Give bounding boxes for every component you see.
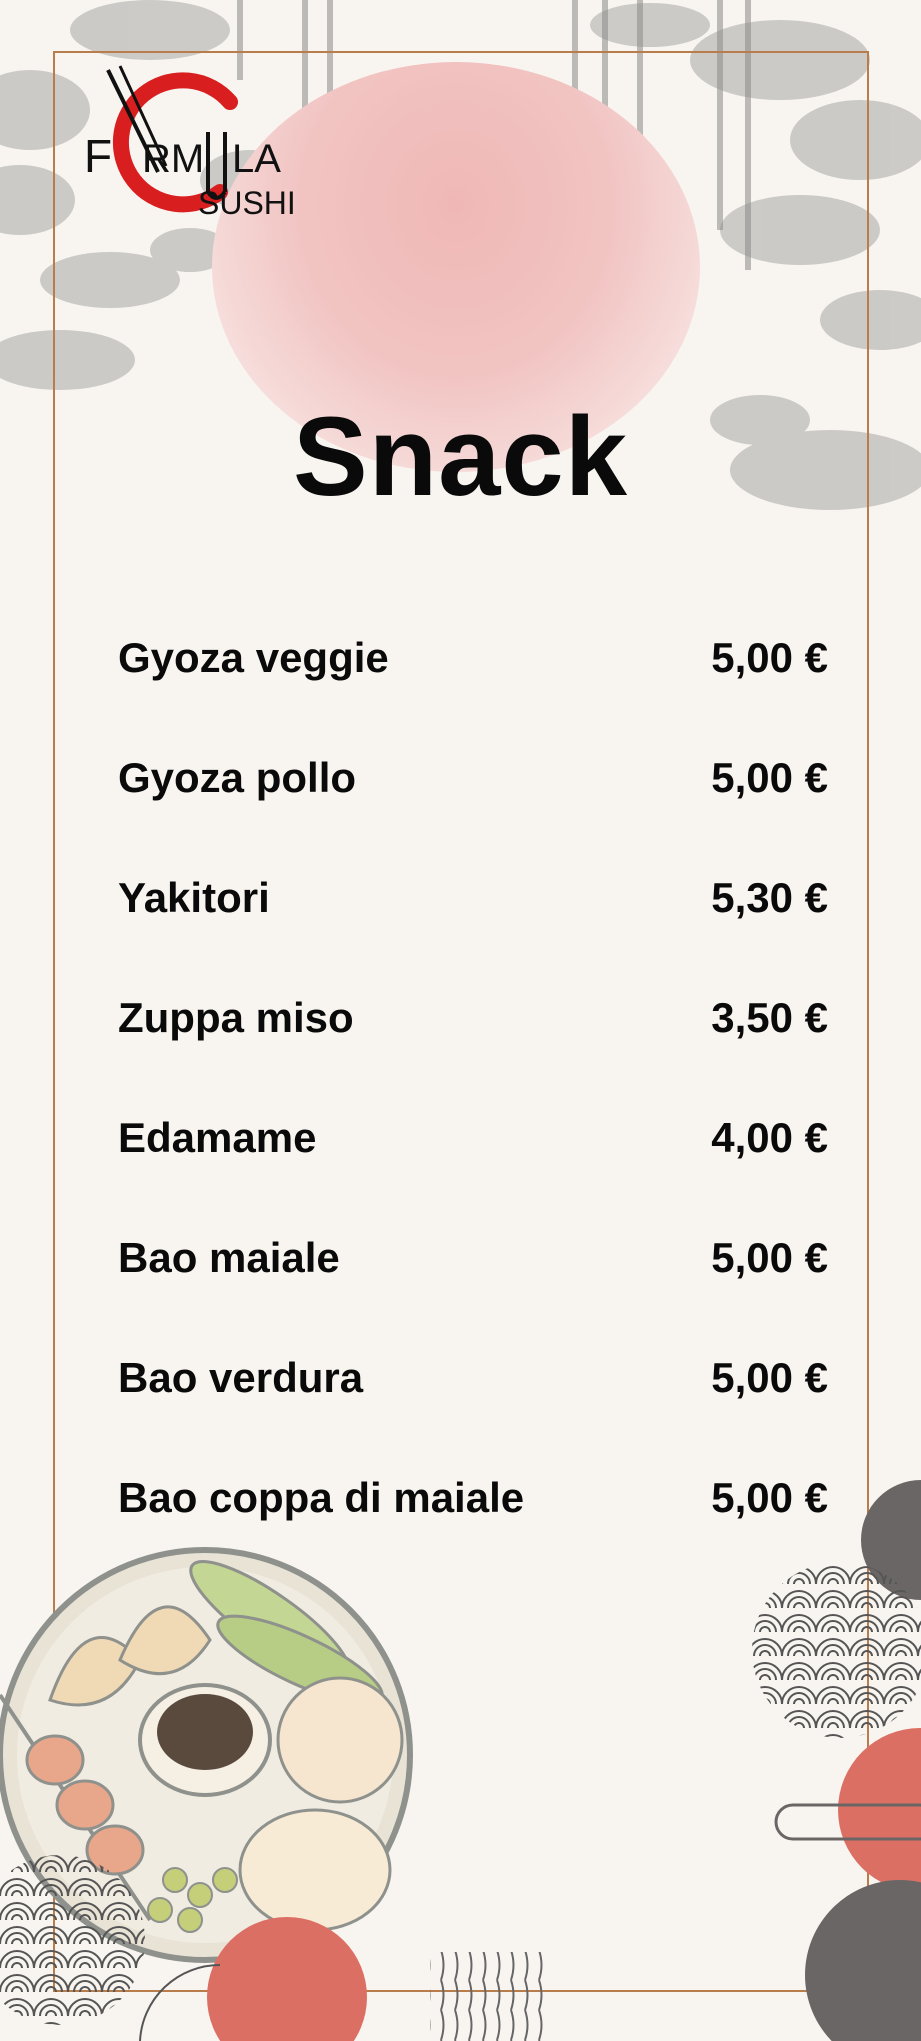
menu-page: F RM LA SUSHI Snack Gyoza veggie 5,00 € … [0, 0, 921, 2041]
bottom-decoration [0, 1480, 921, 2041]
